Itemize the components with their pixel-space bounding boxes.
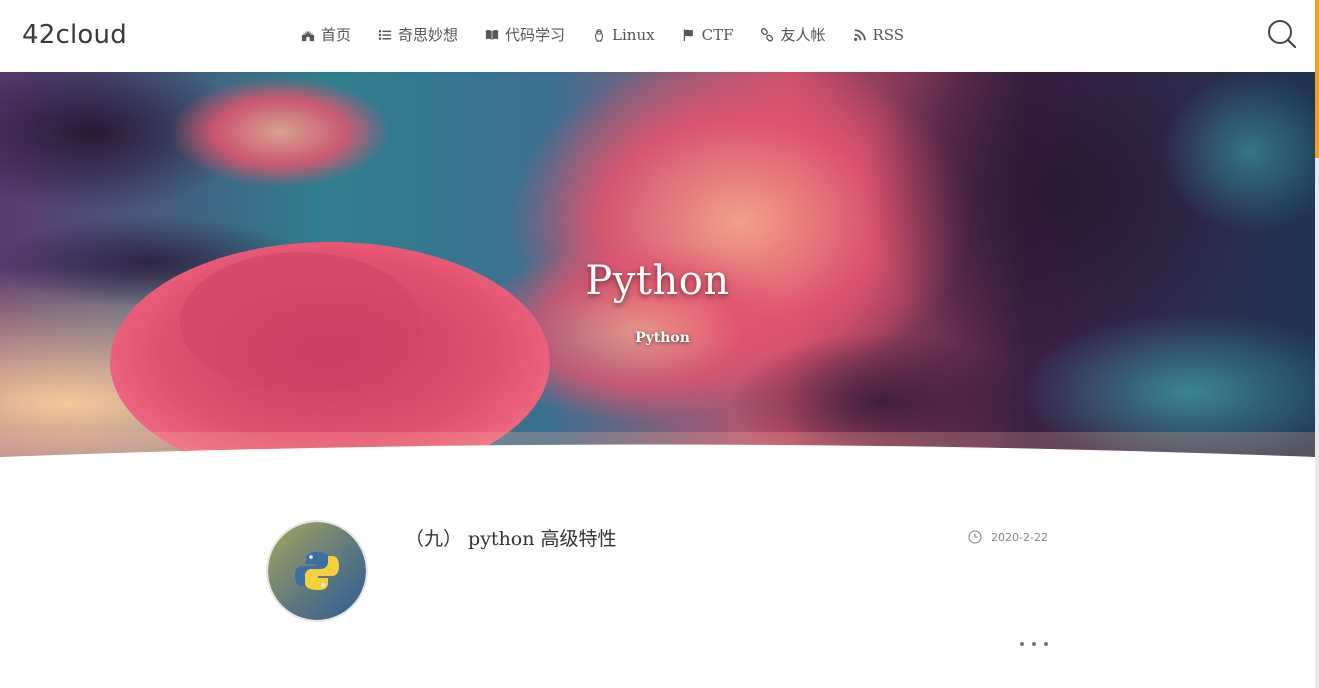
search-button[interactable] [1267,19,1297,49]
more-dot [1020,642,1024,646]
nav-label: RSS [872,25,905,44]
nav-item-rss[interactable]: RSS [852,25,905,44]
main-nav: 首页 奇思妙想 代码学习 Linux CTF 友人帐 RSS [300,24,930,45]
search-icon [1268,20,1297,49]
link-icon [759,27,775,43]
post-date-text: 2020-2-22 [991,530,1048,544]
rss-icon [852,27,868,43]
page: 42cloud 首页 奇思妙想 代码学习 Linux CTF 友人帐 RSS P… [0,0,1319,688]
flag-icon [681,27,697,43]
penguin-icon [591,27,607,43]
site-header: 42cloud 首页 奇思妙想 代码学习 Linux CTF 友人帐 RSS [0,0,1315,72]
nav-item-friends[interactable]: 友人帐 [759,24,826,45]
nav-item-ctf[interactable]: CTF [681,25,734,44]
post-thumbnail[interactable] [268,522,366,620]
nav-label: CTF [701,25,734,44]
hero-banner: Python Python [0,72,1315,462]
book-icon [484,27,500,43]
nav-item-ideas[interactable]: 奇思妙想 [377,24,458,45]
hero-title: Python [585,258,730,304]
nav-item-code[interactable]: 代码学习 [484,24,565,45]
nav-item-home[interactable]: 首页 [300,24,351,45]
more-button[interactable] [1020,638,1048,650]
nav-label: 友人帐 [780,26,826,44]
nav-label: 代码学习 [505,26,566,44]
post-date: 2020-2-22 [968,530,1048,544]
page-scrollbar-thumb[interactable] [1315,0,1319,158]
clock-icon [968,530,982,544]
post-title-link[interactable]: （九） python 高级特性 [405,524,617,551]
post-item: （九） python 高级特性 2020-2-22 [268,520,1058,670]
nav-label: 首页 [321,26,352,44]
nav-label: 奇思妙想 [398,26,459,44]
nav-label: Linux [612,25,655,44]
castle-icon [300,27,316,43]
nav-item-linux[interactable]: Linux [591,26,655,44]
hero-subtitle: Python [635,330,690,346]
site-title-link[interactable]: 42cloud [22,20,127,50]
more-dot [1044,642,1048,646]
list-icon [377,27,393,43]
more-dot [1032,642,1036,646]
python-logo-icon [268,522,366,620]
